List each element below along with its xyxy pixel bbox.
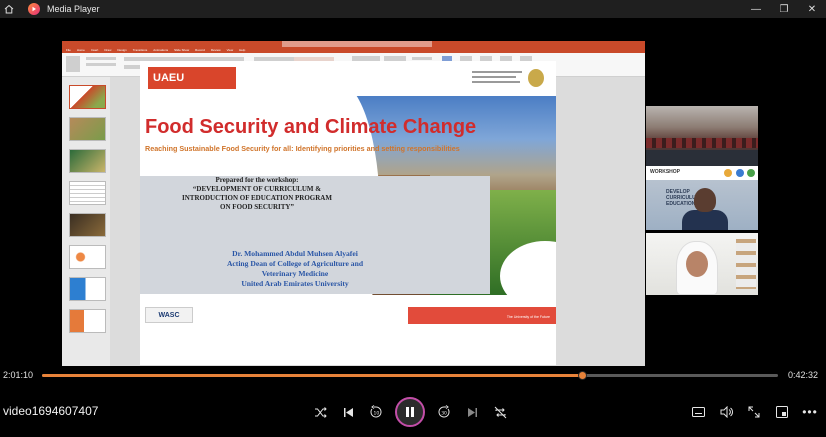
skip-back-10-button[interactable]: 10 [364,400,388,424]
slide-thumbnail[interactable] [69,245,106,269]
slide-subtitle: Reaching Sustainable Food Security for a… [145,144,460,153]
seek-bar[interactable] [42,371,778,380]
repeat-off-icon [494,406,506,418]
slide-thumbnail[interactable] [69,309,106,333]
pause-icon [406,407,414,417]
footer-red-bar: The University of the Future [408,307,556,324]
ppt-title-bar [62,41,645,47]
volume-button[interactable] [714,400,738,424]
remaining-time: 0:42:32 [787,370,818,380]
slide-thumbnail[interactable] [69,181,106,205]
title-bar: Media Player — ❐ ✕ [0,0,826,18]
wasc-logo: WASC [145,307,193,323]
skip-back-10-icon: 10 [370,405,382,418]
home-button[interactable] [0,0,18,18]
media-filename: video1694607407 [3,404,99,418]
uaeu-logo: UAEU [148,67,236,89]
shuffle-button[interactable] [308,400,332,424]
more-options-button[interactable]: ••• [798,400,822,424]
shuffle-icon [314,406,327,418]
mini-view-button[interactable] [770,400,794,424]
app-logo-icon [28,3,40,15]
fullscreen-icon [748,406,760,418]
slide-thumbnail-pane[interactable] [62,77,110,366]
restore-icon: ❐ [779,3,789,15]
volume-icon [720,406,733,418]
play-pause-button[interactable] [395,397,425,427]
next-icon [467,407,477,417]
slide-thumbnail[interactable] [69,149,106,173]
seek-handle[interactable] [578,371,588,380]
home-icon [4,4,14,14]
slide-thumbnail[interactable] [69,277,106,301]
repeat-off-button[interactable] [488,400,512,424]
captions-button[interactable] [686,400,710,424]
participant-tile-presenter: DEVELOP CURRICULUM EDUCATION [646,180,758,230]
current-slide: UAEU Food Security and Climate Change Re… [140,61,556,365]
skip-forward-30-icon: 30 [438,405,450,418]
minimize-button[interactable]: — [742,0,770,18]
previous-button[interactable] [336,400,360,424]
slide-thumbnail[interactable] [69,117,106,141]
svg-text:10: 10 [374,411,380,417]
next-button[interactable] [460,400,484,424]
restore-button[interactable]: ❐ [770,0,798,18]
mini-view-icon [776,406,788,418]
workshop-banner: WORKSHOP [646,166,758,180]
slide-title: Food Security and Climate Change [145,116,477,138]
previous-icon [343,407,353,417]
more-icon: ••• [802,405,818,419]
window-title: Media Player [47,4,100,14]
slide-thumbnail[interactable] [69,213,106,237]
author-text: Dr. Mohammed Abdul Muhsen Alyafei Acting… [226,249,364,288]
university-crest-logo [472,69,544,87]
media-player-window: Media Player — ❐ ✕ File Home Insert Draw Des… [0,0,826,437]
skip-forward-30-button[interactable]: 30 [432,400,456,424]
slide-thumbnail[interactable] [69,85,106,109]
elapsed-time: 2:01:10 [3,370,34,380]
close-icon: ✕ [807,3,817,15]
svg-text:30: 30 [441,411,447,417]
minimize-icon: — [751,3,761,15]
captions-icon [691,407,705,417]
prepared-for-text: Prepared for the workshop: “DEVELOPMENT … [182,176,332,211]
fullscreen-button[interactable] [742,400,766,424]
seek-progress [42,374,583,377]
participant-tile-room [646,106,758,166]
participant-tile-speaker [646,233,758,295]
close-button[interactable]: ✕ [798,0,826,18]
